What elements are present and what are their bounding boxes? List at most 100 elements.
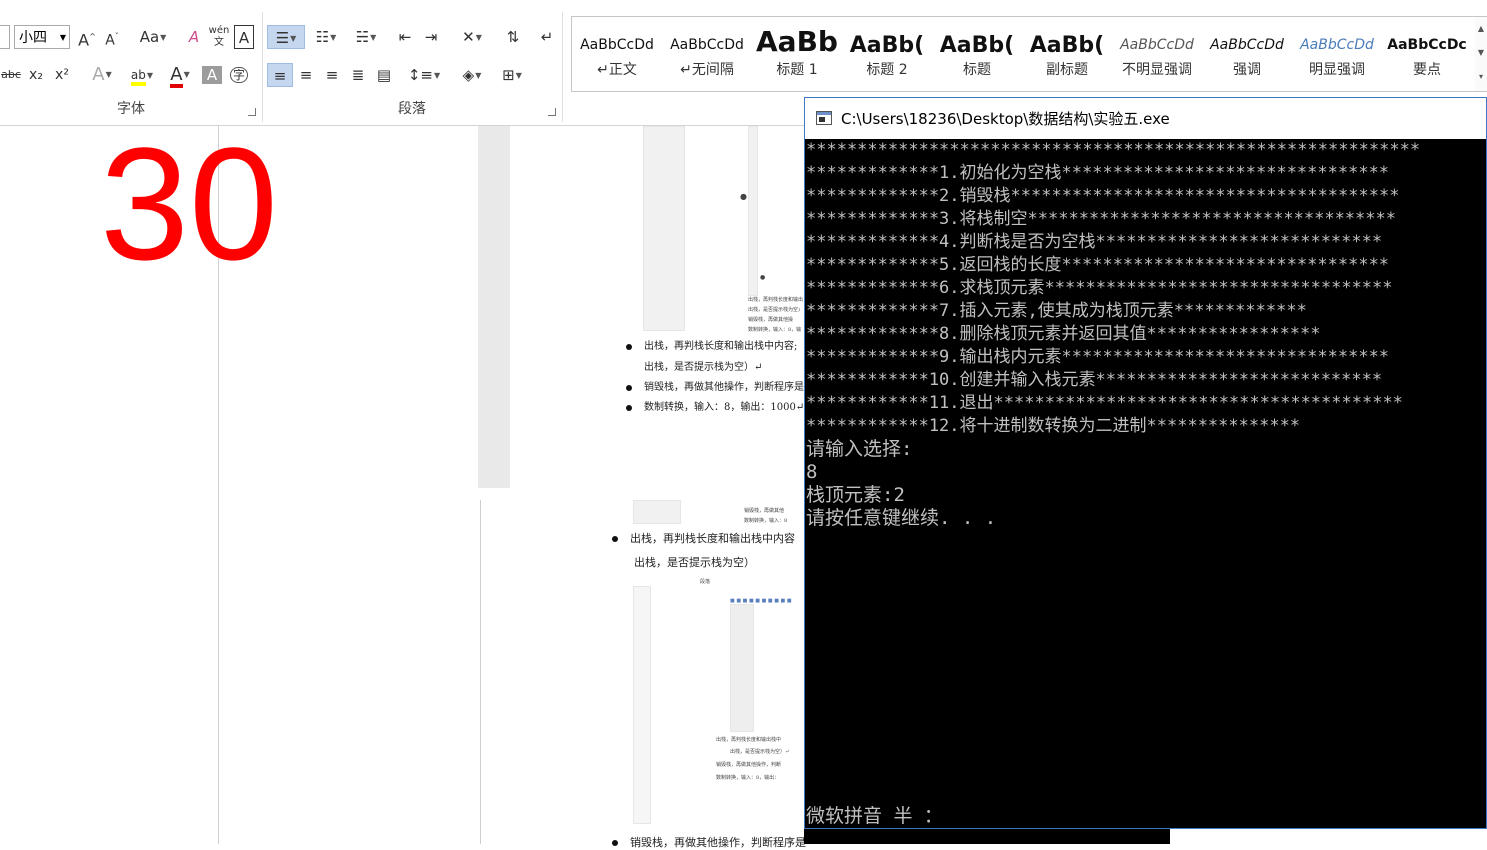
borders-icon: ⊞ (502, 66, 515, 84)
chevron-up-icon[interactable]: ▲ (1475, 17, 1487, 41)
align-center-button[interactable]: ≡ (294, 63, 318, 87)
paint-bucket-icon: ◈ (462, 66, 475, 84)
console-titlebar[interactable]: C:\Users\18236\Desktop\数据结构\实验五.exe (805, 98, 1486, 139)
align-center-icon: ≡ (299, 66, 313, 84)
text-effect-button[interactable]: A▼ (86, 63, 118, 87)
style-name: 副标题 (1046, 62, 1088, 78)
console-line: *************7.插入元素,使其成为栈顶元素************… (806, 301, 1307, 321)
style-intense-emphasis[interactable]: AaBbCcDd 明显强调 (1292, 17, 1382, 91)
font-size-combo[interactable]: 小四 ▼ (14, 25, 70, 49)
console-line: ************12.将十进制数转换为二进制**************… (806, 416, 1301, 436)
borders-button[interactable]: ⊞▼ (494, 63, 530, 87)
char-border-button[interactable]: A (234, 25, 254, 49)
superscript-icon: x² (55, 67, 69, 83)
style-heading-1[interactable]: AaBb 标题 1 (752, 17, 842, 91)
strikethrough-button[interactable]: abc (0, 63, 22, 87)
paragraph-mark-icon: ↵ (540, 28, 554, 46)
decrease-indent-button[interactable]: ⇤ (394, 25, 416, 49)
style-title[interactable]: AaBb( 标题 (932, 17, 1022, 91)
style-strong[interactable]: AaBbCcDc 要点 (1382, 17, 1472, 91)
shrink-font-button[interactable]: Aˇ (103, 25, 121, 49)
highlight-button[interactable]: ab▼ (124, 63, 160, 87)
shading-button[interactable]: ◈▼ (454, 63, 490, 87)
numbered-list-icon: ☷ (315, 28, 330, 46)
enclose-char-icon: 字 (229, 67, 248, 83)
styles-scrollbar[interactable]: ▲ ▼ ▾ (1475, 16, 1487, 92)
style-name: 明显强调 (1309, 62, 1365, 78)
paragraph-group: ☰▼ ☷▼ ☵▼ ⇤ ⇥ ✕▼ ⇅ ↵ ≡ ≡ ≡ ≣ ▤ ↕≡▼ ◈▼ ⊞▼ … (262, 12, 563, 122)
image-gray-strip (748, 126, 758, 296)
chevron-down-icon[interactable]: ▼ (1475, 41, 1487, 65)
style-preview: AaBbCcDd (1210, 37, 1284, 53)
sort-button[interactable]: ⇅ (502, 25, 524, 49)
style-name: 强调 (1233, 62, 1261, 78)
ime-bar (804, 829, 1170, 844)
image-edge (478, 126, 510, 488)
console-result: 栈顶元素:2 (806, 484, 905, 506)
console-pause: 请按任意键继续. . . (806, 507, 997, 529)
console-line: *************9.输出栈内元素*******************… (806, 347, 1390, 367)
style-name: 不明显强调 (1122, 62, 1192, 78)
console-line: *************3.将栈制空*********************… (806, 209, 1396, 229)
superscript-button[interactable]: x² (52, 63, 72, 87)
align-left-button[interactable]: ≡ (267, 63, 293, 87)
console-title: C:\Users\18236\Desktop\数据结构\实验五.exe (841, 110, 1170, 128)
line-spacing-button[interactable]: ↕≡▼ (406, 63, 442, 87)
page-count-label: 30 (100, 114, 278, 293)
style-heading-2[interactable]: AaBb( 标题 2 (842, 17, 932, 91)
style-subtitle[interactable]: AaBb( 副标题 (1022, 17, 1112, 91)
change-case-icon: Aa (139, 28, 160, 46)
tiny-text: 数制转换，输入：8，输 (748, 327, 802, 333)
style-name: 标题 2 (866, 62, 908, 78)
clear-formatting-button[interactable]: A (184, 25, 204, 49)
enclose-char-button[interactable]: 字 (229, 63, 249, 87)
tiny-bullet: ● (760, 274, 766, 281)
increase-indent-button[interactable]: ⇥ (420, 25, 442, 49)
change-case-button[interactable]: Aa▼ (136, 25, 170, 49)
style-emphasis[interactable]: AaBbCcDd 强调 (1202, 17, 1292, 91)
show-marks-button[interactable]: ↵ (536, 25, 558, 49)
console-window[interactable]: C:\Users\18236\Desktop\数据结构\实验五.exe ****… (804, 97, 1487, 829)
font-name-combo[interactable] (0, 25, 10, 49)
numbering-button[interactable]: ☷▼ (308, 25, 344, 49)
char-shading-button[interactable]: A (202, 66, 222, 84)
increase-indent-icon: ⇥ (424, 28, 438, 46)
image-gray-strip (730, 604, 754, 732)
list-item-cont: 出栈，是否提示栈为空） (634, 556, 755, 569)
distributed-button[interactable]: ▤ (372, 63, 396, 87)
bullets-button[interactable]: ☰▼ (267, 25, 305, 49)
justify-icon: ≣ (351, 66, 365, 84)
style-subtle-emphasis[interactable]: AaBbCcDd 不明显强调 (1112, 17, 1202, 91)
bullet-list-icon: ☰ (275, 29, 290, 47)
tiny-text: 出栈，是否提示栈为空）↵ (730, 749, 790, 755)
style-preview: AaBb( (1029, 33, 1105, 58)
style-name: ↵无间隔 (680, 62, 734, 78)
paragraph-dialog-launcher-icon[interactable] (548, 108, 556, 116)
console-output[interactable]: ****************************************… (806, 139, 1486, 829)
console-line: *************1.初始化为空栈*******************… (806, 163, 1390, 183)
distributed-icon: ▤ (376, 66, 392, 84)
phonetic-guide-button[interactable]: wén文 (208, 25, 230, 49)
list-item: 出栈，再判栈长度和输出栈中内容 (612, 530, 795, 546)
chinese-layout-button[interactable]: ✕▼ (454, 25, 490, 49)
ribbon-tab-strip (0, 0, 560, 6)
more-icon[interactable]: ▾ (1475, 65, 1487, 89)
font-color-button[interactable]: A▼ (162, 63, 198, 88)
list-item: 出栈，再判栈长度和输出栈中内容; (626, 337, 797, 352)
paragraph-group-label: 段落 (398, 101, 426, 117)
align-right-button[interactable]: ≡ (320, 63, 344, 87)
styles-gallery: AaBbCcDd ↵正文 AaBbCcDd ↵无间隔 AaBb 标题 1 AaB… (571, 16, 1477, 92)
align-left-icon: ≡ (273, 67, 287, 85)
tiny-bullet: ● (740, 192, 747, 201)
style-preview: AaBbCcDd (580, 37, 654, 53)
style-no-spacing[interactable]: AaBbCcDd ↵无间隔 (662, 17, 752, 91)
style-normal[interactable]: AaBbCcDd ↵正文 (572, 17, 662, 91)
multilevel-list-button[interactable]: ☵▼ (348, 25, 384, 49)
chevron-down-icon[interactable]: ▼ (60, 26, 66, 50)
console-line: ************10.创建并输入栈元素*****************… (806, 370, 1383, 390)
subscript-button[interactable]: x₂ (26, 63, 46, 87)
grow-font-button[interactable]: A^ (78, 25, 96, 49)
justify-button[interactable]: ≣ (346, 63, 370, 87)
subscript-icon: x₂ (29, 67, 43, 83)
style-preview: AaBbCcDd (670, 37, 744, 53)
